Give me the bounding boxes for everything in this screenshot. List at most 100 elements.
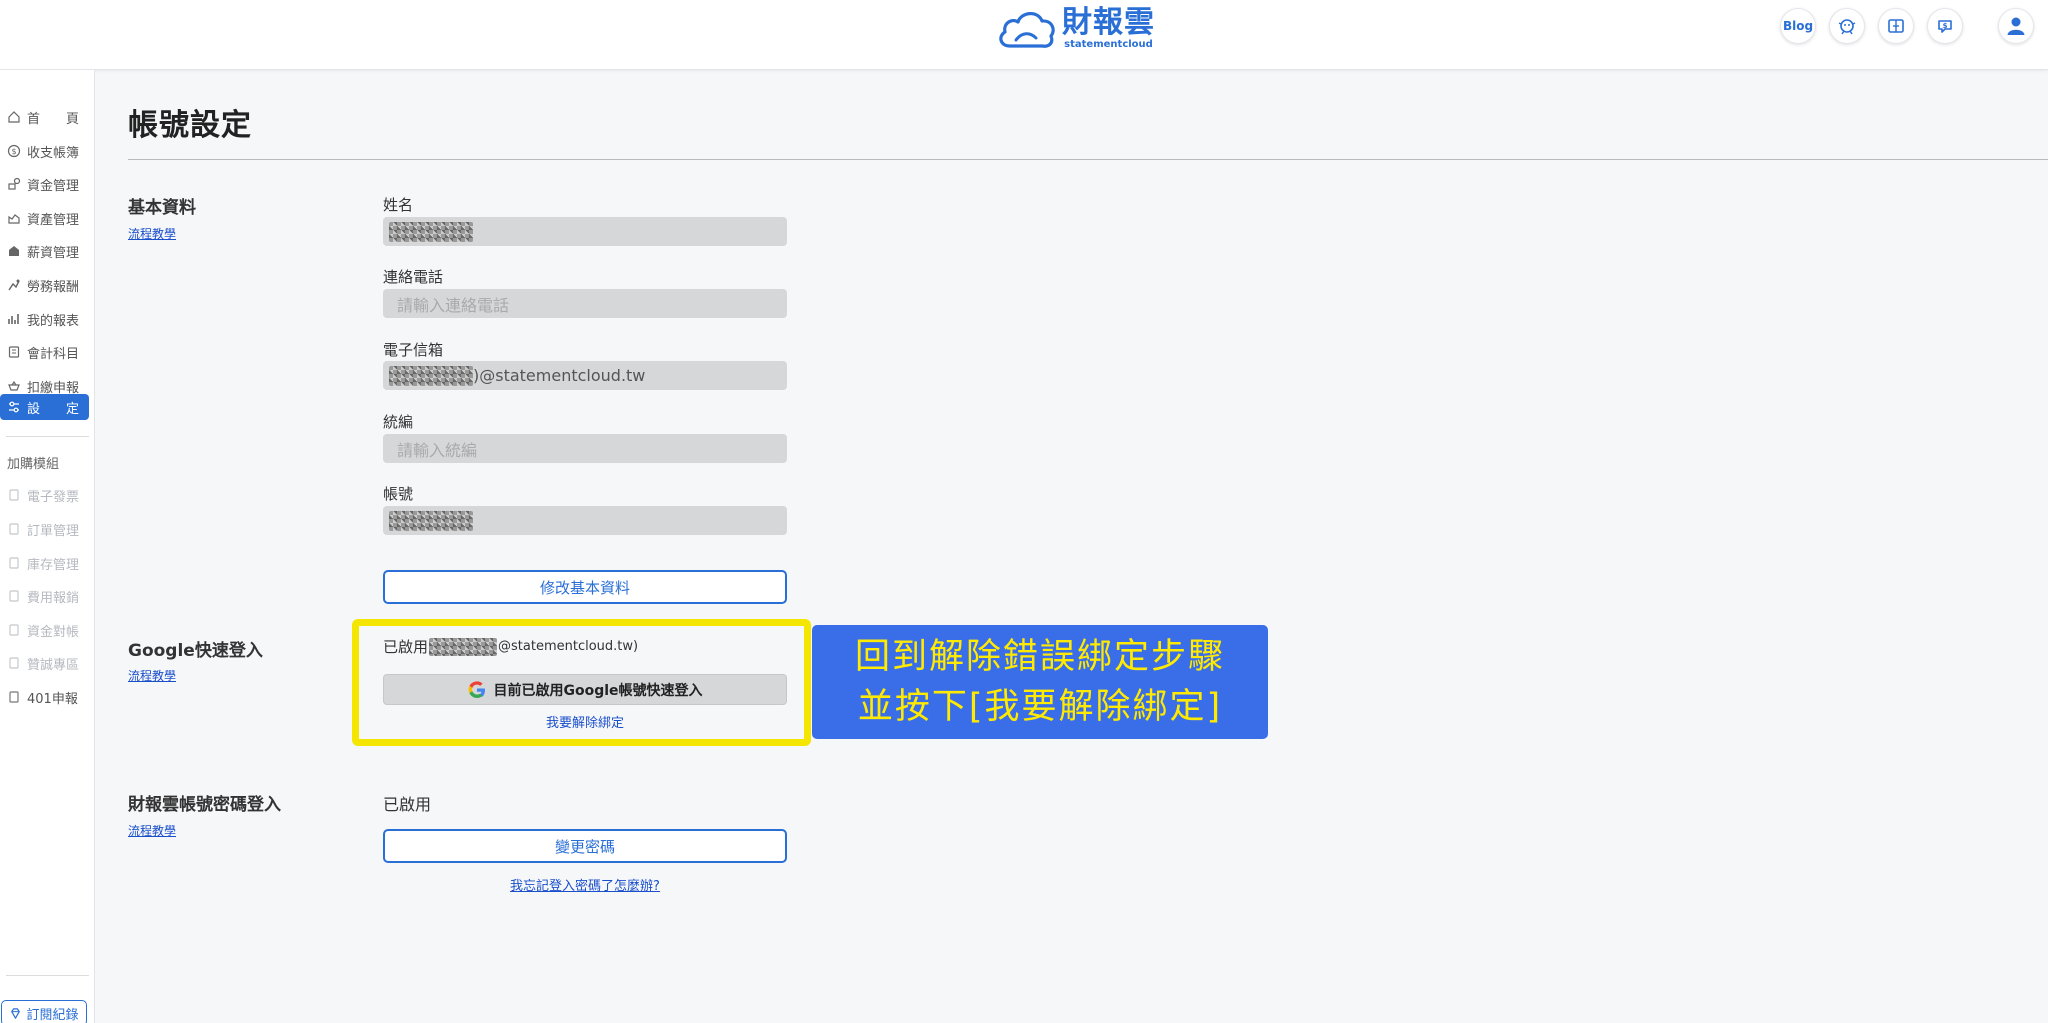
sidebar-item-service[interactable]: 勞務報酬 xyxy=(0,272,89,298)
ledger-icon xyxy=(7,345,21,359)
sidebar-item-assets[interactable]: 資產管理 xyxy=(0,205,89,231)
sidebar-item-label: 費用報銷 xyxy=(27,590,80,606)
robot-icon xyxy=(1838,19,1856,35)
google-enabled-status: 已啟用 @statementcloud.tw) xyxy=(383,636,638,657)
google-enabled-prefix: 已啟用 xyxy=(383,638,429,656)
taxid-field[interactable]: 請輸入統編 xyxy=(383,434,787,463)
doc-icon xyxy=(7,488,21,502)
phone-placeholder: 請輸入連絡電話 xyxy=(397,295,510,315)
basic-info-title: 基本資料 xyxy=(128,198,196,218)
sidebar-item-funds[interactable]: 資金管理 xyxy=(0,171,89,197)
user-menu-button[interactable] xyxy=(1998,8,2034,44)
fund-icon xyxy=(7,177,21,191)
forgot-password-link[interactable]: 我忘記登入密碼了怎麼辦? xyxy=(383,875,787,894)
doc-icon xyxy=(7,589,21,603)
settings-icon xyxy=(7,400,21,414)
chat-dollar-icon: $ xyxy=(1938,20,1952,33)
tax-icon xyxy=(7,379,21,393)
sidebar-item-label: 首 頁 xyxy=(27,111,80,127)
addon-section-title: 加購模組 xyxy=(7,457,60,472)
edit-basic-info-button[interactable]: 修改基本資料 xyxy=(383,570,787,604)
sidebar-item-inventory[interactable]: 庫存管理 xyxy=(0,550,89,576)
sidebar-item-reconcile[interactable]: 資金對帳 xyxy=(0,617,89,643)
google-login-button[interactable]: 目前已啟用Google帳號快速登入 xyxy=(383,674,787,705)
sidebar-item-special[interactable]: 贊誠專區 xyxy=(0,650,89,676)
email-field[interactable]: )@statementcloud.tw xyxy=(383,361,787,390)
email-suffix: )@statementcloud.tw xyxy=(473,366,646,385)
sidebar-item-einvoice[interactable]: 電子發票 xyxy=(0,482,89,508)
sidebar-item-home[interactable]: 首 頁 xyxy=(0,104,89,130)
doc-icon xyxy=(7,522,21,536)
home-icon xyxy=(7,110,21,124)
sidebar-item-label: 資金對帳 xyxy=(27,624,80,640)
doc-icon xyxy=(7,656,21,670)
diamond-icon xyxy=(11,1007,21,1019)
blog-button[interactable]: Blog xyxy=(1780,8,1816,44)
doc-icon xyxy=(7,690,21,704)
callout-line-1: 回到解除錯誤綁定步驟 xyxy=(854,637,1225,677)
sidebar-item-accounts[interactable]: 會計科目 xyxy=(0,339,89,365)
service-icon xyxy=(7,278,21,292)
sidebar-item-label: 贊誠專區 xyxy=(27,657,80,673)
sidebar-item-label: 勞務報酬 xyxy=(27,279,80,295)
account-label: 帳號 xyxy=(383,485,414,503)
user-icon xyxy=(2007,17,2025,35)
svg-text:$: $ xyxy=(1943,22,1948,30)
support-button[interactable]: $ xyxy=(1927,8,1963,44)
asset-icon xyxy=(7,211,21,225)
cloud-logo-icon xyxy=(999,12,1055,48)
basic-info-tutorial-link[interactable]: 流程教學 xyxy=(128,225,176,242)
manual-button[interactable] xyxy=(1878,8,1914,44)
sidebar-divider xyxy=(6,436,89,437)
sidebar-item-expenses[interactable]: 費用報銷 xyxy=(0,583,89,609)
sidebar-item-salary[interactable]: 薪資管理 xyxy=(0,238,89,264)
page-title: 帳號設定 xyxy=(128,108,252,143)
brand-name-en: statementcloud xyxy=(1064,39,1153,50)
sidebar: 首 頁 $ 收支帳簿 資金管理 資產管理 薪資管理 勞務報酬 我的報表 會計科目… xyxy=(0,70,95,1023)
sidebar-item-label: 扣繳申報 xyxy=(27,380,80,396)
sidebar-item-label: 訂單管理 xyxy=(27,523,80,539)
sidebar-item-reports[interactable]: 我的報表 xyxy=(0,306,89,332)
phone-label: 連絡電話 xyxy=(383,268,444,286)
sidebar-item-label: 電子發票 xyxy=(27,489,80,505)
sidebar-item-settings[interactable]: 設 定 xyxy=(0,394,89,420)
unbind-google-link[interactable]: 我要解除綁定 xyxy=(383,712,787,731)
subscription-button[interactable]: 訂閱紀錄 xyxy=(1,1000,87,1023)
redacted-name xyxy=(389,221,473,242)
redacted-google-account xyxy=(429,637,498,656)
password-tutorial-link[interactable]: 流程教學 xyxy=(128,822,176,839)
password-enabled-status: 已啟用 xyxy=(383,795,432,814)
sidebar-item-label: 收支帳簿 xyxy=(27,145,80,161)
brand-logo[interactable]: 財報雲 statementcloud xyxy=(996,5,1155,53)
sidebar-item-label: 資產管理 xyxy=(27,212,80,228)
top-header: 財報雲 statementcloud Blog $ xyxy=(0,0,2048,70)
dollar-circle-icon: $ xyxy=(7,144,21,158)
password-login-title: 財報雲帳號密碼登入 xyxy=(128,795,281,815)
google-enabled-mail: @statementcloud.tw) xyxy=(498,639,639,654)
callout-line-2: 並按下[我要解除綁定] xyxy=(857,687,1223,727)
sidebar-item-ledger[interactable]: $ 收支帳簿 xyxy=(0,138,89,164)
title-divider xyxy=(128,159,2048,160)
sidebar-item-label: 庫存管理 xyxy=(27,557,80,573)
phone-field[interactable]: 請輸入連絡電話 xyxy=(383,289,787,318)
change-password-button[interactable]: 變更密碼 xyxy=(383,829,787,863)
account-field[interactable] xyxy=(383,506,787,535)
sidebar-item-401[interactable]: 401申報 xyxy=(0,684,89,710)
sidebar-item-label: 我的報表 xyxy=(27,313,80,329)
chart-icon xyxy=(7,312,21,326)
google-tutorial-link[interactable]: 流程教學 xyxy=(128,667,176,684)
salary-icon xyxy=(7,244,21,258)
taxid-placeholder: 請輸入統編 xyxy=(397,440,478,460)
doc-icon xyxy=(7,556,21,570)
instruction-callout: 回到解除錯誤綁定步驟 並按下[我要解除綁定] xyxy=(812,625,1268,739)
name-field[interactable] xyxy=(383,217,787,246)
google-logo-icon xyxy=(469,680,486,698)
taxid-label: 統編 xyxy=(383,413,414,431)
sidebar-divider xyxy=(6,975,89,976)
doc-icon xyxy=(7,623,21,637)
subscription-label: 訂閱紀錄 xyxy=(26,1007,79,1023)
sidebar-item-orders[interactable]: 訂單管理 xyxy=(0,516,89,542)
robot-button[interactable] xyxy=(1829,8,1865,44)
svg-text:$: $ xyxy=(11,147,16,156)
redacted-account xyxy=(389,510,473,531)
